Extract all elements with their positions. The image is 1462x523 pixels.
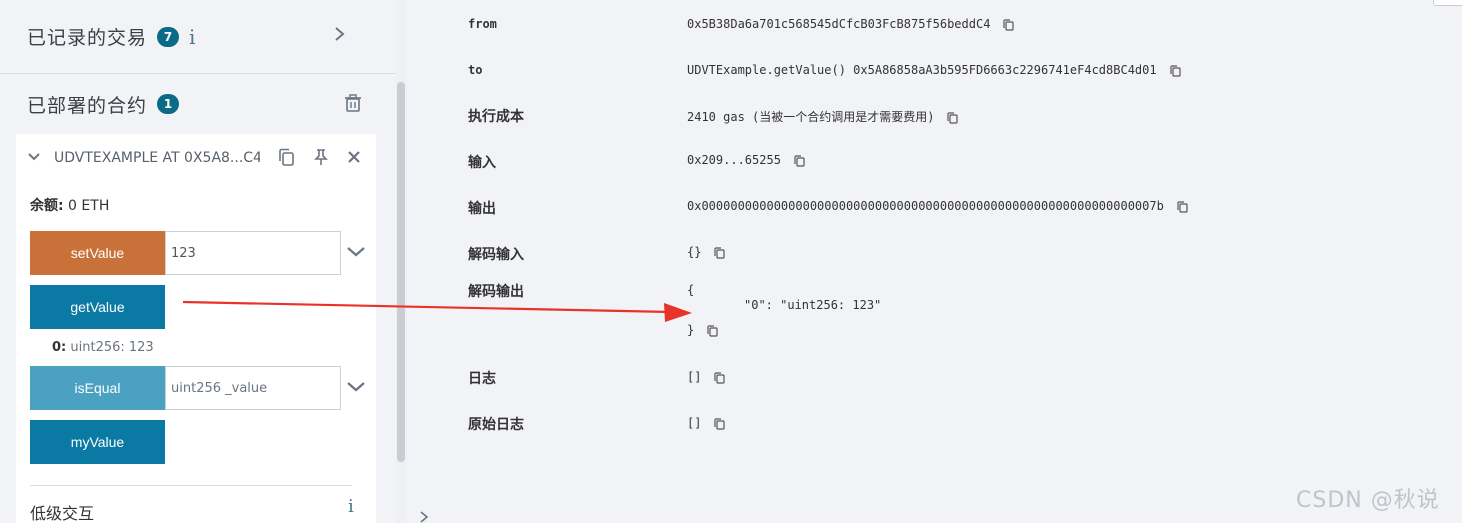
setvalue-input[interactable]: 123 — [165, 231, 341, 275]
info-icon[interactable]: i — [348, 496, 354, 517]
info-icon[interactable]: i — [189, 25, 195, 49]
chevron-down-icon[interactable] — [27, 151, 41, 163]
decoded-output-line: "0": "uint256: 123" — [744, 298, 882, 312]
copy-icon[interactable] — [1176, 200, 1188, 213]
execution-cost-label: 执行成本 — [468, 109, 524, 125]
copy-icon[interactable] — [946, 111, 959, 124]
top-right-control[interactable] — [1433, 0, 1462, 6]
input-text: 0x209...65255 — [687, 153, 781, 167]
balance: 余额: 0 ETH — [30, 195, 109, 215]
decoded-input-text: {} — [687, 245, 702, 259]
copy-icon[interactable] — [1169, 64, 1181, 77]
logs-label: 日志 — [468, 371, 496, 387]
copy-icon[interactable] — [706, 324, 718, 337]
decoded-output-close-brace: } — [687, 323, 695, 337]
logs-text: [] — [687, 370, 702, 384]
isequal-button[interactable]: isEqual — [30, 366, 165, 410]
decoded-output-open: { — [687, 283, 695, 297]
left-panel: 已记录的交易 7 i 已部署的合约 1 UDVTEXAMPLE AT 0X5A8… — [0, 0, 396, 523]
from-value: 0x5B38Da6a701c568545dCfcB03FcB875f56bedd… — [687, 17, 1015, 31]
chevron-right-icon[interactable] — [333, 24, 347, 44]
output-value: 0x00000000000000000000000000000000000000… — [687, 199, 1188, 213]
balance-label: 余额: — [30, 198, 64, 214]
contract-card: UDVTEXAMPLE AT 0X5A8...C4D0 余额: 0 ETH se… — [16, 134, 376, 523]
decoded-output-label: 解码输出 — [468, 284, 524, 300]
input-value: 0x209...65255 — [687, 153, 805, 167]
contract-name: UDVTEXAMPLE AT 0X5A8...C4D0 — [54, 150, 260, 166]
transaction-details-panel — [407, 0, 1462, 523]
to-value: UDVTExample.getValue() 0x5A86858aA3b595F… — [687, 63, 1181, 77]
divider — [30, 485, 352, 486]
myvalue-button[interactable]: myValue — [30, 420, 165, 464]
scrollbar-thumb[interactable] — [397, 82, 405, 462]
recorded-transactions-title: 已记录的交易 — [27, 27, 148, 49]
setvalue-button[interactable]: setValue — [30, 231, 165, 275]
copy-icon[interactable] — [276, 147, 296, 167]
to-label: to — [468, 63, 483, 77]
output-label: 输出 — [468, 201, 496, 217]
copy-icon[interactable] — [713, 417, 726, 430]
isequal-input[interactable]: uint256 _value — [165, 366, 341, 410]
copy-icon[interactable] — [793, 154, 805, 167]
getvalue-button[interactable]: getValue — [30, 285, 165, 329]
execution-cost-value: 2410 gas (当被一个合约调用是才需要费用) — [687, 108, 959, 125]
decoded-input-label: 解码输入 — [468, 247, 524, 263]
copy-icon[interactable] — [713, 371, 726, 384]
recorded-transactions-count-badge: 7 — [157, 26, 180, 47]
copy-icon[interactable] — [1002, 18, 1015, 31]
result-value: uint256: 123 — [66, 340, 154, 355]
raw-logs-label: 原始日志 — [468, 417, 524, 433]
from-address: 0x5B38Da6a701c568545dCfcB03FcB875f56bedd… — [687, 17, 991, 31]
execution-cost-text: 2410 gas (当被一个合约调用是才需要费用) — [687, 110, 935, 124]
pin-icon[interactable] — [311, 147, 331, 167]
close-icon[interactable] — [344, 147, 364, 167]
deployed-contracts-title: 已部署的合约 — [27, 94, 148, 117]
result-key: 0: — [52, 340, 67, 355]
decoded-output-close: } — [687, 323, 718, 337]
logs-value: [] — [687, 370, 726, 384]
deployed-contracts-count-badge: 1 — [157, 94, 180, 114]
output-text: 0x00000000000000000000000000000000000000… — [687, 199, 1164, 213]
deployed-contracts-header: 已部署的合约 1 — [0, 74, 396, 134]
copy-icon[interactable] — [713, 246, 726, 259]
input-label: 输入 — [468, 155, 496, 171]
call-result: 0: uint256: 123 — [52, 340, 154, 355]
to-address: UDVTExample.getValue() 0x5A86858aA3b595F… — [687, 63, 1157, 77]
low-level-interactions-title: 低级交互 — [30, 504, 95, 523]
trash-icon[interactable] — [344, 94, 362, 112]
chevron-right-icon[interactable] — [418, 510, 430, 523]
watermark: CSDN @秋说 — [1296, 488, 1440, 513]
from-label: from — [468, 17, 497, 31]
raw-logs-text: [] — [687, 416, 702, 430]
chevron-down-icon[interactable] — [346, 245, 366, 259]
raw-logs-value: [] — [687, 416, 726, 430]
balance-value: 0 ETH — [63, 198, 110, 214]
chevron-down-icon[interactable] — [346, 380, 366, 394]
decoded-input-value: {} — [687, 245, 726, 259]
